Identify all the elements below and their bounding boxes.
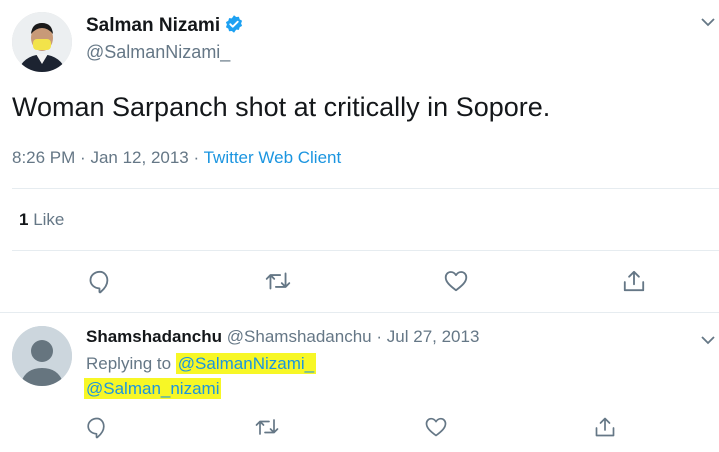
heart-icon[interactable] [421,412,451,442]
chevron-down-icon[interactable] [700,14,716,30]
author-avatar[interactable] [12,12,72,72]
mention-link[interactable]: @Salman_nizami [84,378,222,399]
heart-icon[interactable] [441,266,471,296]
replying-to-second: @Salman_nizami [84,378,222,399]
likes-label: Like [33,210,65,229]
meta-separator: · [193,148,200,167]
reply-avatar[interactable] [12,326,72,386]
author-name-text[interactable]: Salman Nizami [86,15,220,36]
author-handle[interactable]: @SalmanNizami_ [86,42,230,63]
reply-icon[interactable] [82,412,112,442]
author-name[interactable]: Salman Nizami [86,14,244,37]
meta-separator: · [80,148,86,167]
reply-icon[interactable] [85,266,115,296]
retweet-icon[interactable] [263,266,293,296]
tweet-meta: 8:26 PM · Jan 12, 2013 · Twitter Web Cli… [12,148,341,168]
tweet-source-link[interactable]: Twitter Web Client [204,148,342,167]
share-icon[interactable] [619,266,649,296]
divider [0,312,719,313]
reply-date[interactable]: Jul 27, 2013 [387,327,480,346]
likes-count[interactable]: 1 Like [19,210,64,230]
mention-link[interactable]: @SalmanNizami_ [175,353,317,374]
divider [12,188,719,189]
tweet-time[interactable]: 8:26 PM [12,148,75,167]
reply-author-handle[interactable]: @Shamshadanchu [227,327,372,346]
verified-badge-icon [224,14,244,34]
replying-prefix: Replying to [86,354,172,373]
chevron-down-icon[interactable] [700,332,716,348]
divider [12,250,719,251]
replying-to: Replying to @SalmanNizami_ [86,353,317,374]
likes-number: 1 [19,210,29,229]
meta-separator: · [376,327,383,346]
reply-author-name[interactable]: Shamshadanchu [86,327,222,346]
tweet-text: Woman Sarpanch shot at critically in Sop… [12,92,551,122]
reply-header: Shamshadanchu @Shamshadanchu · Jul 27, 2… [86,327,479,347]
share-icon[interactable] [590,412,620,442]
retweet-icon[interactable] [252,412,282,442]
tweet-date[interactable]: Jan 12, 2013 [90,148,188,167]
